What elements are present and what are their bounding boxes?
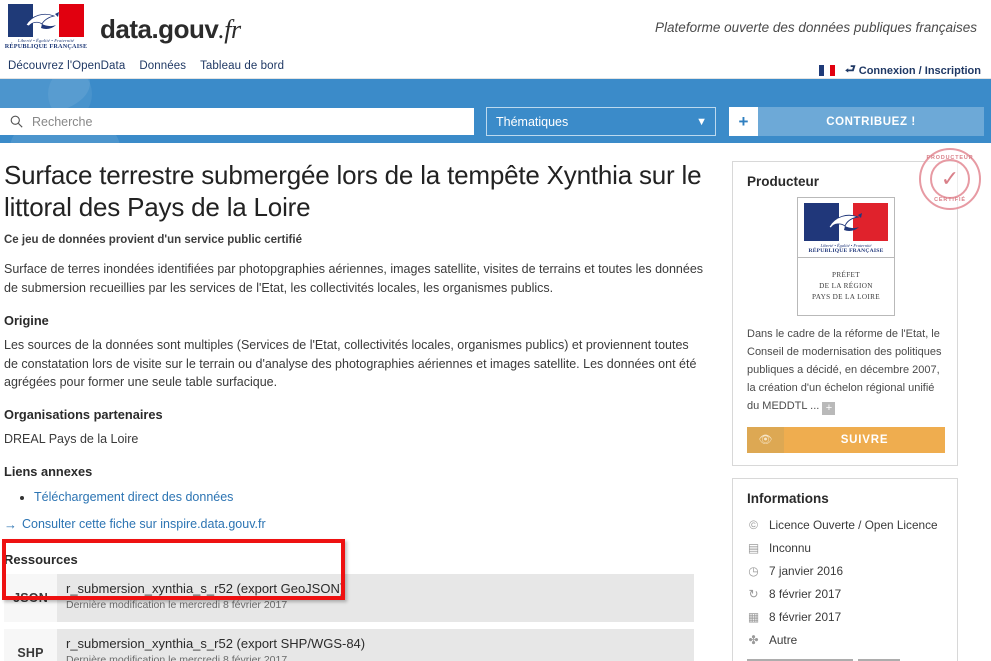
site-header: Liberté • Égalité • Fraternité RÉPUBLIQU… [0,0,991,58]
clock-icon: ◷ [748,564,759,579]
producer-panel: PRODUCTEUR ✓ CERTIFIÉ Producteur Liberté… [732,148,981,466]
resource-title[interactable]: r_submersion_xynthia_s_r52 (export SHP/W… [66,636,365,651]
contribute-button[interactable]: CONTRIBUEZ ! [758,107,984,136]
producer-logo-flag-block: Liberté • Égalité • Fraternité RÉPUBLIQU… [798,198,894,258]
list-item: ▤ Inconnu [747,537,945,560]
search-input[interactable] [32,108,474,135]
nav-item-donnees[interactable]: Données [139,60,186,72]
list-item: ↻ 8 février 2017 [747,583,945,606]
arrow-right-icon: → [4,516,17,532]
eye-icon: 👁 [747,426,784,453]
list-item: ▦ 8 février 2017 [747,606,945,629]
producer-logo-text-block: PRÉFET DE LA RÉGION PAYS DE LA LOIRE [798,258,894,315]
info-created-label: 7 janvier 2016 [769,564,844,579]
table-row[interactable]: SHP r_submersion_xynthia_s_r52 (export S… [4,628,694,661]
producer-logo-republique: RÉPUBLIQUE FRANÇAISE [808,248,884,254]
follow-button-label: SUIVRE [784,426,945,453]
marianne-republique: RÉPUBLIQUE FRANÇAISE [4,43,88,50]
chevron-down-icon: ▼ [696,115,707,128]
marianne-face-icon [25,12,59,29]
search-icon [0,115,32,128]
nav-right: ⮐ Connexion / Inscription [818,60,981,81]
dataset-description: Surface de terres inondées identifiées p… [4,262,704,296]
resource-body: r_submersion_xynthia_s_r52 (export GeoJS… [57,574,344,622]
certified-producer-stamp: PRODUCTEUR ✓ CERTIFIÉ [919,148,981,210]
origine-text: Les sources de la données sont multiples… [4,337,697,390]
marianne-logo: Liberté • Égalité • Fraternité RÉPUBLIQU… [5,4,87,54]
list-item: Téléchargement direct des données [34,487,704,507]
nav-item-tableau-de-bord[interactable]: Tableau de bord [200,60,284,72]
info-published-label: 8 février 2017 [769,610,842,625]
informations-panel-title: Informations [747,490,829,506]
info-territory-label: Autre [769,633,798,648]
thematiques-label: Thématiques [496,114,569,129]
producer-panel-title: Producteur [747,174,820,189]
refresh-icon: ↻ [748,587,759,602]
list-item: ✤ Autre [747,629,945,652]
list-item: ◷ 7 janvier 2016 [747,560,945,583]
site-tagline: Plateforme ouverte des données publiques… [655,20,977,35]
resource-modified: Dernière modification le mercredi 8 févr… [66,653,288,661]
producer-logo-line2: DE LA RÉGION [819,282,873,291]
resource-modified: Dernière modification le mercredi 8 févr… [66,598,288,611]
file-icon: ▤ [747,541,760,556]
follow-button[interactable]: 👁 SUIVRE [747,426,945,453]
thematiques-dropdown[interactable]: Thématiques ▼ [486,107,716,136]
french-flag-icon[interactable] [818,65,835,76]
certified-note: Ce jeu de données provient d'un service … [4,234,302,247]
territory-icon: ✤ [748,633,759,648]
sidebar: PRODUCTEUR ✓ CERTIFIÉ Producteur Liberté… [732,148,981,661]
prefet-flag [804,203,888,241]
producer-description-text: Dans le cadre de la réforme de l'Etat, l… [747,328,942,412]
info-format-label: Inconnu [769,541,811,556]
resource-title[interactable]: r_submersion_xynthia_s_r52 (export GeoJS… [66,581,344,596]
info-updated-label: 8 février 2017 [769,587,842,602]
partners-text: DREAL Pays de la Loire [4,432,139,447]
informations-panel: Informations © Licence Ouverte / Open Li… [732,477,958,661]
login-link[interactable]: ⮐ Connexion / Inscription [845,60,981,81]
check-icon: ✓ [930,159,970,199]
calendar-icon: ▦ [747,610,760,625]
producer-description: Dans le cadre de la réforme de l'Etat, l… [747,326,945,415]
stamp-bottom-label: CERTIFIÉ [934,197,966,203]
resource-format-badge: JSON [4,573,57,622]
stamp-top-label: PRODUCTEUR [926,155,974,161]
resource-format-badge: SHP [4,628,57,661]
producer-logo-line3: PAYS DE LA LOIRE [812,293,880,302]
inspire-link[interactable]: Consulter cette fiche sur inspire.data.g… [22,517,266,531]
wordmark-suffix: .fr [218,14,241,44]
list-item: © Licence Ouverte / Open Licence [747,514,945,537]
producer-logo-line1: PRÉFET [831,271,861,279]
nav-item-decouvrez-opendata[interactable]: Découvrez l'OpenData [8,60,125,72]
origine-heading: Origine [4,312,49,328]
search-box[interactable] [0,108,474,135]
login-arrow-icon: ⮐ [844,62,856,76]
site-wordmark[interactable]: data.gouv.fr [100,16,241,43]
marianne-face-icon [828,213,862,231]
partners-heading: Organisations partenaires [4,407,163,423]
table-row[interactable]: JSON r_submersion_xynthia_s_r52 (export … [4,573,694,622]
copyright-icon: © [749,518,758,533]
links-heading: Liens annexes [4,463,93,479]
inspire-row: → Consulter cette fiche sur inspire.data… [4,517,704,532]
nav-links: Découvrez l'OpenData Données Tableau de … [8,60,284,72]
resource-body: r_submersion_xynthia_s_r52 (export SHP/W… [57,629,365,661]
wordmark-main: data.gouv [100,13,219,44]
marianne-flag [8,4,84,37]
dataset-main: Surface terrestre submergée lors de la t… [4,160,704,661]
page-title: Surface terrestre submergée lors de la t… [4,160,702,222]
main-navbar: Découvrez l'OpenData Données Tableau de … [0,58,991,79]
expand-icon[interactable]: + [822,401,836,415]
producer-logo[interactable]: Liberté • Égalité • Fraternité RÉPUBLIQU… [797,197,895,317]
resources-heading: Ressources [4,551,78,567]
add-button[interactable]: + [729,107,758,136]
info-license-label[interactable]: Licence Ouverte / Open Licence [769,518,938,532]
annex-link-download[interactable]: Téléchargement direct des données [34,490,233,504]
annex-links-list: Téléchargement direct des données [4,487,704,507]
login-label: Connexion / Inscription [858,64,981,77]
brand-zone[interactable]: Liberté • Égalité • Fraternité RÉPUBLIQU… [5,4,241,54]
